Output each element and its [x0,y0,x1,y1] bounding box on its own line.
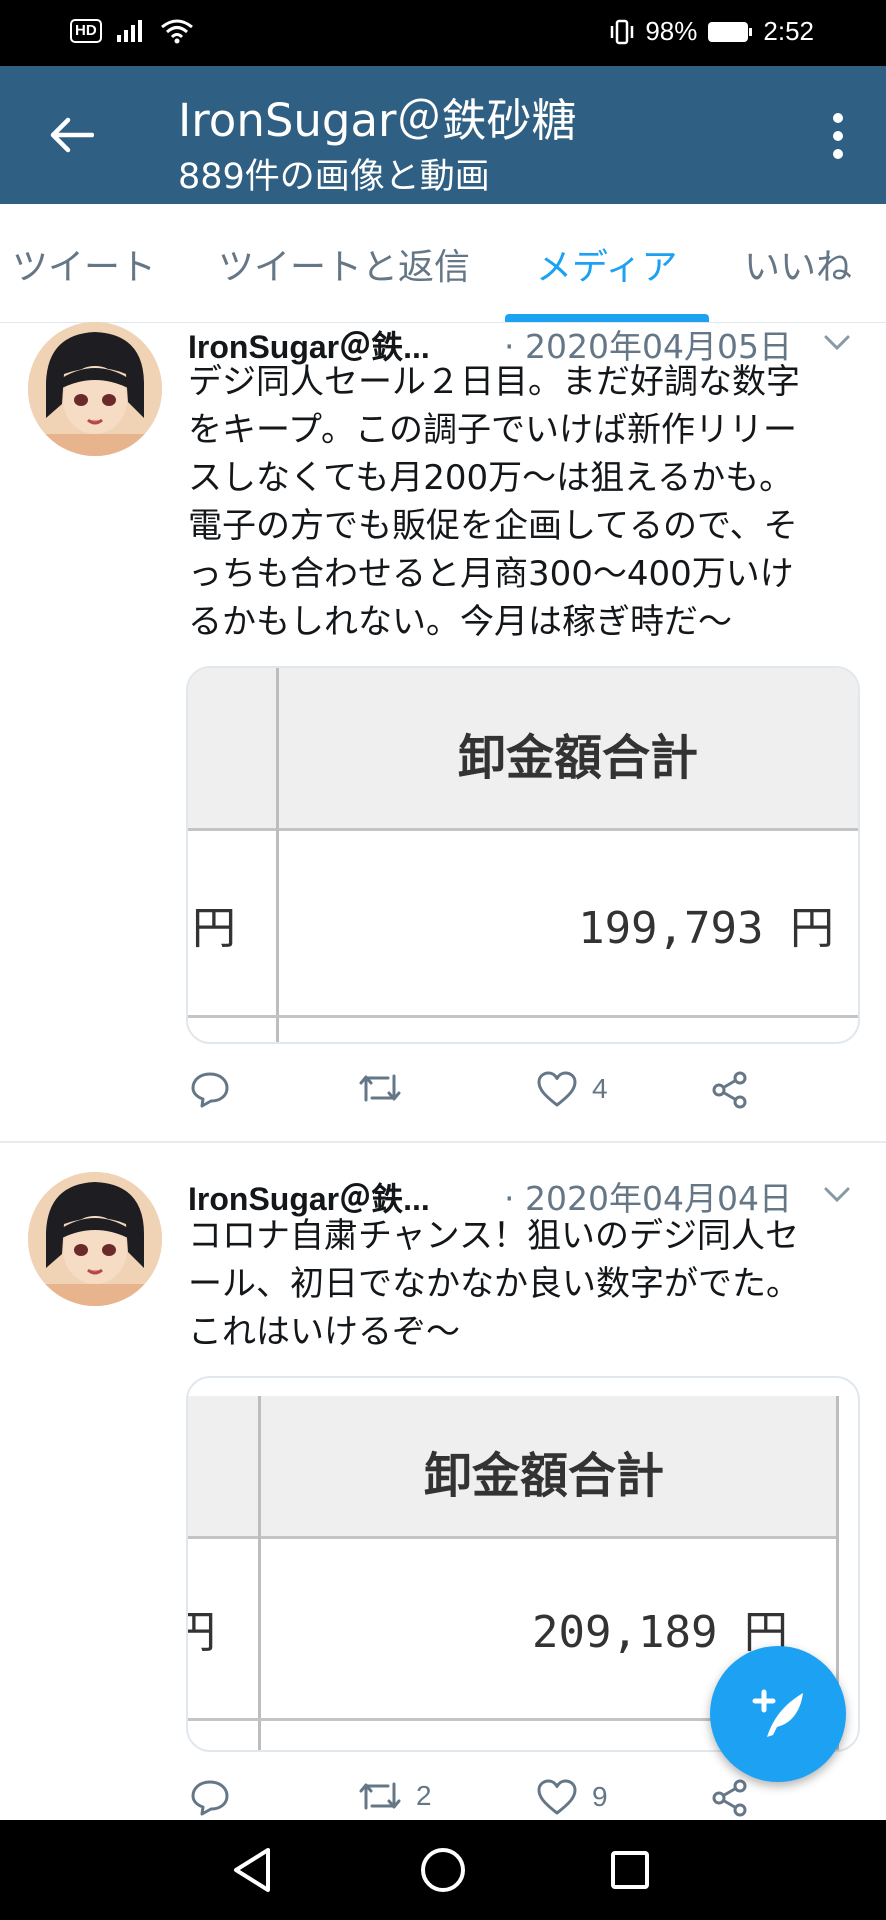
reply-icon [191,1780,229,1816]
reply-button[interactable] [190,1070,244,1108]
vibrate-icon [611,19,634,44]
tweet-text-line: コロナ自粛チャンス！狙いのデジ同人セ [188,1216,799,1256]
tab-likes[interactable]: いいね [744,238,852,290]
tweet-divider [0,1141,886,1143]
tweet-text-line: これはいけるぞ〜 [188,1312,460,1352]
tab-tweets-and-replies[interactable]: ツイートと返信 [218,238,470,290]
retweet-button[interactable] [358,1070,416,1106]
tweet-text: デジ同人セール２日目。まだ好調な数字 をキープ。この調子でいけば新作リリー スし… [188,358,858,646]
avatar-illustration [28,322,162,456]
like-button[interactable]: 9 [536,1778,608,1816]
heart-icon [537,1779,577,1815]
more-options-button[interactable] [816,106,860,166]
tweet-text: コロナ自粛チャンス！狙いのデジ同人セ ール、初日でなかなか良い数字がでた。 これ… [188,1212,858,1356]
chevron-down-icon[interactable] [820,326,854,360]
retweet-icon [359,1782,401,1810]
tweet-text-line: ール、初日でなかなか良い数字がでた。 [188,1264,800,1304]
tweet-text-line: 電子の方でも販促を企画してるので、そ [188,506,798,546]
tweet-text-line: スしなくても月200万〜は狙えるかも。 [188,458,794,498]
tweet-media-image[interactable]: 卸金額合計 円 199,793 円 [186,666,860,1044]
tweet-actions: 4 [190,1070,790,1120]
nav-back-button[interactable] [212,1840,292,1900]
media-header-text: 卸金額合計 [458,730,699,786]
media-table-divider [276,668,279,1042]
more-vertical-icon [833,113,843,123]
tweet-text-line: るかもしれない。今月は稼ぎ時だ〜 [188,602,732,642]
status-left: HD [70,18,194,44]
retweet-icon [359,1074,401,1102]
app-bar: IronSugar＠鉄砂糖 889件の画像と動画 [0,66,886,204]
nav-home-button[interactable] [403,1840,483,1900]
more-vertical-icon-dot [833,149,843,159]
battery-percent: 98% [645,16,698,46]
status-bar: HD 98% 2:52 [0,0,886,66]
media-table-divider [258,1396,261,1750]
nav-recents-button[interactable] [590,1840,670,1900]
compose-tweet-icon [752,1689,803,1737]
avatar-illustration [28,1172,162,1306]
retweet-count: 2 [416,1780,432,1811]
hd-badge: HD [70,19,102,43]
avatar[interactable] [28,322,162,456]
chevron-down-icon[interactable] [820,1178,854,1212]
media-count-subtitle: 889件の画像と動画 [178,157,490,197]
retweet-button[interactable]: 2 [358,1778,432,1814]
share-icon [712,1071,747,1109]
media-table-bottom-line [188,1015,858,1018]
back-button[interactable] [40,104,102,166]
nav-home-icon [421,1848,465,1892]
media-amount-value: 209,189 円 [532,1607,788,1658]
active-tab-indicator [505,314,709,322]
tweet-text-line: をキープ。この調子でいけば新作リリー [188,410,797,450]
tweet-text-line: デジ同人セール２日目。まだ好調な数字 [188,362,800,402]
nav-back-icon [234,1848,270,1892]
share-icon [712,1779,747,1817]
tweet-actions: 2 9 [190,1778,790,1820]
like-button[interactable]: 4 [536,1070,608,1108]
wifi-icon [160,19,193,44]
signal-icon [116,20,142,42]
battery-icon [708,21,753,42]
compose-tweet-button[interactable] [710,1646,846,1782]
media-left-cut-text: 円 [192,903,236,954]
like-count: 9 [592,1781,608,1812]
arrow-left-icon [50,117,94,153]
system-nav-bar [0,1820,886,1920]
tab-tweets[interactable]: ツイート [12,238,156,290]
clock: 2:52 [763,16,814,46]
like-count: 4 [592,1073,608,1104]
profile-title: IronSugar＠鉄砂糖 [178,94,577,147]
reply-button[interactable] [190,1778,244,1816]
media-amount-value: 199,793 円 [578,903,834,954]
share-button[interactable] [710,1778,750,1818]
share-button[interactable] [710,1070,750,1110]
media-header-text: 卸金額合計 [424,1448,665,1504]
status-right: 98% 2:52 [609,16,814,47]
profile-tabs: ツイート ツイートと返信 メディア いいね [0,204,886,323]
nav-recents-icon [611,1851,649,1889]
reply-icon [191,1072,229,1108]
media-left-cut-text: 円 [188,1596,216,1660]
tab-media[interactable]: メディア [536,238,677,290]
avatar[interactable] [28,1172,162,1306]
more-vertical-icon-dot [833,131,843,141]
tweet-feed[interactable]: IronSugar＠鉄... · 2020年04月05日 デジ同人セール２日目。… [0,322,886,1820]
heart-icon [537,1071,577,1107]
tweet-text-line: っちも合わせると月商300〜400万いけ [188,554,794,594]
